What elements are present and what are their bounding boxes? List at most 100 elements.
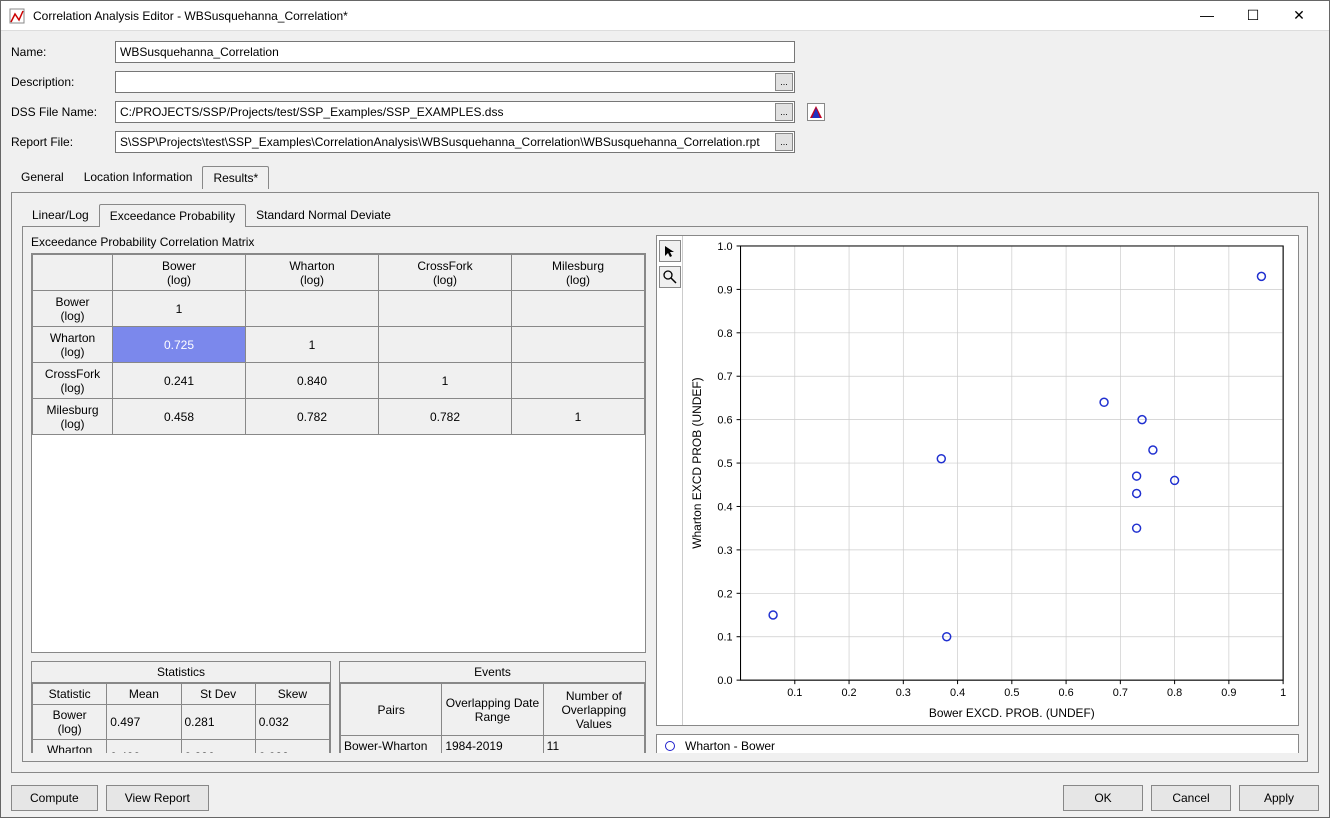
svg-text:0.1: 0.1	[787, 687, 802, 699]
matrix-cell[interactable]: 1	[379, 363, 512, 399]
svg-text:0.3: 0.3	[896, 687, 911, 699]
events-cell[interactable]: 11	[543, 736, 644, 754]
view-report-button[interactable]: View Report	[106, 785, 209, 811]
stats-header: St Dev	[181, 684, 255, 705]
svg-text:0.6: 0.6	[1058, 687, 1073, 699]
plot-dss-icon[interactable]	[807, 103, 825, 121]
report-label: Report File:	[11, 135, 107, 149]
matrix-row-header: CrossFork(log)	[33, 363, 113, 399]
matrix-col-header: Milesburg(log)	[512, 255, 645, 291]
tab-location-information[interactable]: Location Information	[74, 166, 203, 188]
stats-cell[interactable]: 0.499	[107, 740, 181, 754]
main-tabs: General Location Information Results*	[11, 165, 1319, 188]
statistics-box: Statistics StatisticMeanSt DevSkewBower(…	[31, 661, 331, 753]
svg-text:0.4: 0.4	[717, 501, 732, 513]
scatter-chart[interactable]: 0.10.20.30.40.50.60.70.80.910.00.10.20.3…	[656, 235, 1299, 726]
svg-text:1.0: 1.0	[717, 241, 732, 253]
svg-text:0.1: 0.1	[717, 632, 732, 644]
stats-cell[interactable]: 0.497	[107, 705, 181, 740]
ok-button[interactable]: OK	[1063, 785, 1143, 811]
matrix-cell[interactable]: 1	[113, 291, 246, 327]
minimize-button[interactable]: —	[1193, 7, 1221, 24]
svg-text:0.3: 0.3	[717, 545, 732, 557]
zoom-tool-button[interactable]	[659, 266, 681, 288]
dss-label: DSS File Name:	[11, 105, 107, 119]
dss-field[interactable]: C:/PROJECTS/SSP/Projects/test/SSP_Exampl…	[115, 101, 795, 123]
tab-general[interactable]: General	[11, 166, 74, 188]
subtab-exceedance-probability[interactable]: Exceedance Probability	[99, 204, 246, 227]
footer: Compute View Report OK Cancel Apply	[11, 777, 1319, 811]
app-icon	[9, 8, 25, 24]
matrix-cell[interactable]	[379, 327, 512, 363]
svg-text:0.2: 0.2	[841, 687, 856, 699]
matrix-cell[interactable]: 0.725	[113, 327, 246, 363]
name-field[interactable]: WBSusquehanna_Correlation	[115, 41, 795, 63]
matrix-col-header: Wharton(log)	[246, 255, 379, 291]
tab-results[interactable]: Results*	[202, 166, 269, 189]
subtab-standard-normal-deviate[interactable]: Standard Normal Deviate	[246, 204, 401, 226]
dss-ellipsis-button[interactable]: ...	[775, 103, 793, 121]
svg-text:0.2: 0.2	[717, 588, 732, 600]
title-bar: Correlation Analysis Editor - WBSusqueha…	[1, 1, 1329, 31]
description-row: Description: ...	[11, 71, 1319, 93]
stats-header: Statistic	[33, 684, 107, 705]
matrix-cell[interactable]	[379, 291, 512, 327]
report-row: Report File: S\SSP\Projects\test\SSP_Exa…	[11, 131, 1319, 153]
subtab-linear-log[interactable]: Linear/Log	[22, 204, 99, 226]
stats-header: Skew	[255, 684, 329, 705]
events-body[interactable]: PairsOverlapping Date RangeNumber of Ove…	[340, 683, 645, 753]
stats-header: Mean	[107, 684, 181, 705]
window-title: Correlation Analysis Editor - WBSusqueha…	[33, 9, 1193, 23]
matrix-cell[interactable]: 0.782	[246, 399, 379, 435]
stats-cell[interactable]: 0.281	[181, 705, 255, 740]
events-cell[interactable]: 1984-2019	[442, 736, 543, 754]
name-label: Name:	[11, 45, 107, 59]
correlation-matrix[interactable]: Bower(log)Wharton(log)CrossFork(log)Mile…	[31, 253, 646, 653]
stats-cell[interactable]: 0.032	[255, 705, 329, 740]
main-panel: Linear/Log Exceedance Probability Standa…	[11, 192, 1319, 773]
events-box: Events PairsOverlapping Date RangeNumber…	[339, 661, 646, 753]
maximize-button[interactable]: ☐	[1239, 7, 1267, 24]
svg-text:0.7: 0.7	[717, 371, 732, 383]
pointer-tool-button[interactable]	[659, 240, 681, 262]
report-ellipsis-button[interactable]: ...	[775, 133, 793, 151]
description-ellipsis-button[interactable]: ...	[775, 73, 793, 91]
matrix-row-header: Wharton(log)	[33, 327, 113, 363]
matrix-cell[interactable]: 1	[512, 399, 645, 435]
matrix-cell[interactable]: 0.458	[113, 399, 246, 435]
statistics-title: Statistics	[32, 662, 330, 683]
svg-text:0.8: 0.8	[717, 328, 732, 340]
events-cell[interactable]: Bower-Wharton	[341, 736, 442, 754]
matrix-row-header: Bower(log)	[33, 291, 113, 327]
compute-button[interactable]: Compute	[11, 785, 98, 811]
apply-button[interactable]: Apply	[1239, 785, 1319, 811]
matrix-cell[interactable]: 0.241	[113, 363, 246, 399]
report-field[interactable]: S\SSP\Projects\test\SSP_Examples\Correla…	[115, 131, 795, 153]
close-button[interactable]: ✕	[1285, 7, 1313, 24]
svg-text:0.6: 0.6	[717, 415, 732, 427]
matrix-cell[interactable]: 0.840	[246, 363, 379, 399]
cancel-button[interactable]: Cancel	[1151, 785, 1231, 811]
matrix-cell[interactable]: 1	[246, 327, 379, 363]
svg-text:0.5: 0.5	[717, 458, 732, 470]
name-row: Name: WBSusquehanna_Correlation	[11, 41, 1319, 63]
matrix-cell[interactable]	[512, 327, 645, 363]
svg-text:0.9: 0.9	[717, 284, 732, 296]
legend-marker-icon	[665, 741, 675, 751]
chart-legend: Wharton - Bower	[656, 734, 1299, 753]
svg-text:0.0: 0.0	[717, 675, 732, 687]
matrix-cell[interactable]	[512, 363, 645, 399]
svg-text:0.9: 0.9	[1221, 687, 1236, 699]
matrix-cell[interactable]: 0.782	[379, 399, 512, 435]
matrix-row-header: Milesburg(log)	[33, 399, 113, 435]
matrix-cell[interactable]	[246, 291, 379, 327]
dss-row: DSS File Name: C:/PROJECTS/SSP/Projects/…	[11, 101, 1319, 123]
svg-text:0.8: 0.8	[1167, 687, 1182, 699]
svg-text:Bower EXCD. PROB. (UNDEF): Bower EXCD. PROB. (UNDEF)	[929, 706, 1095, 720]
events-header: Pairs	[341, 684, 442, 736]
statistics-body[interactable]: StatisticMeanSt DevSkewBower(log)0.4970.…	[32, 683, 330, 753]
description-field[interactable]: ...	[115, 71, 795, 93]
stats-cell[interactable]: 0.286	[181, 740, 255, 754]
stats-cell[interactable]: 0.022	[255, 740, 329, 754]
matrix-cell[interactable]	[512, 291, 645, 327]
